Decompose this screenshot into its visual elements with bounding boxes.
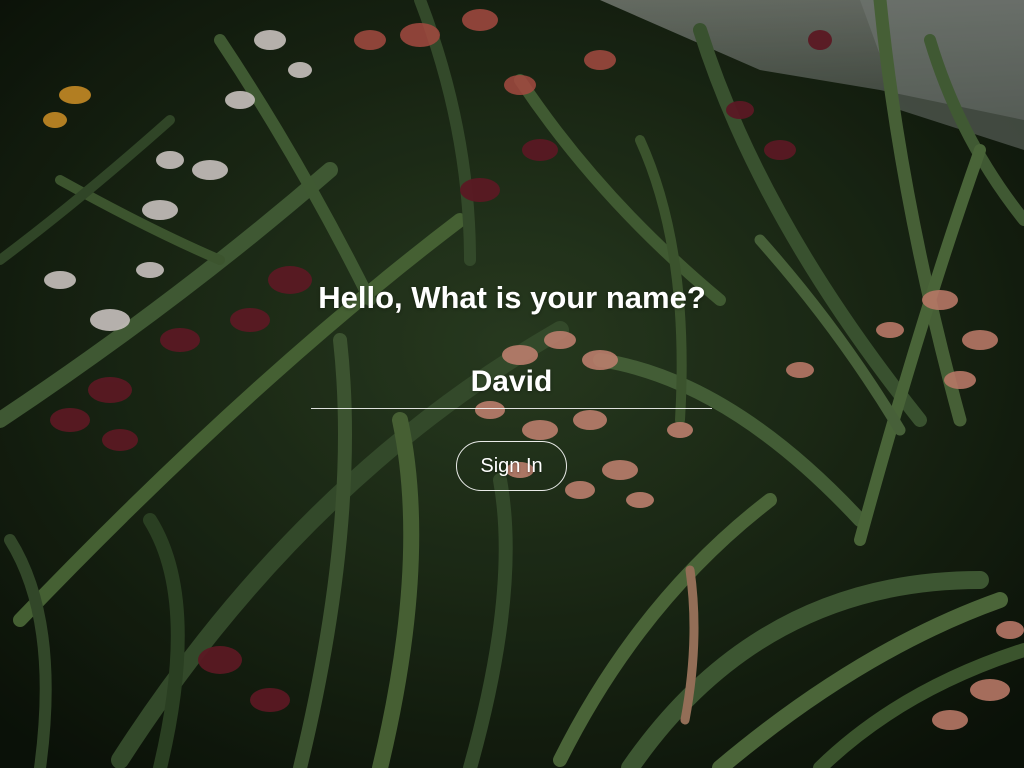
greeting-form: Hello, What is your name? Sign In bbox=[0, 0, 1024, 768]
sign-in-button[interactable]: Sign In bbox=[456, 441, 567, 491]
sign-in-screen: Hello, What is your name? Sign In bbox=[0, 0, 1024, 768]
name-input[interactable] bbox=[311, 360, 712, 404]
greeting-heading: Hello, What is your name? bbox=[318, 280, 706, 315]
name-field bbox=[311, 360, 712, 409]
